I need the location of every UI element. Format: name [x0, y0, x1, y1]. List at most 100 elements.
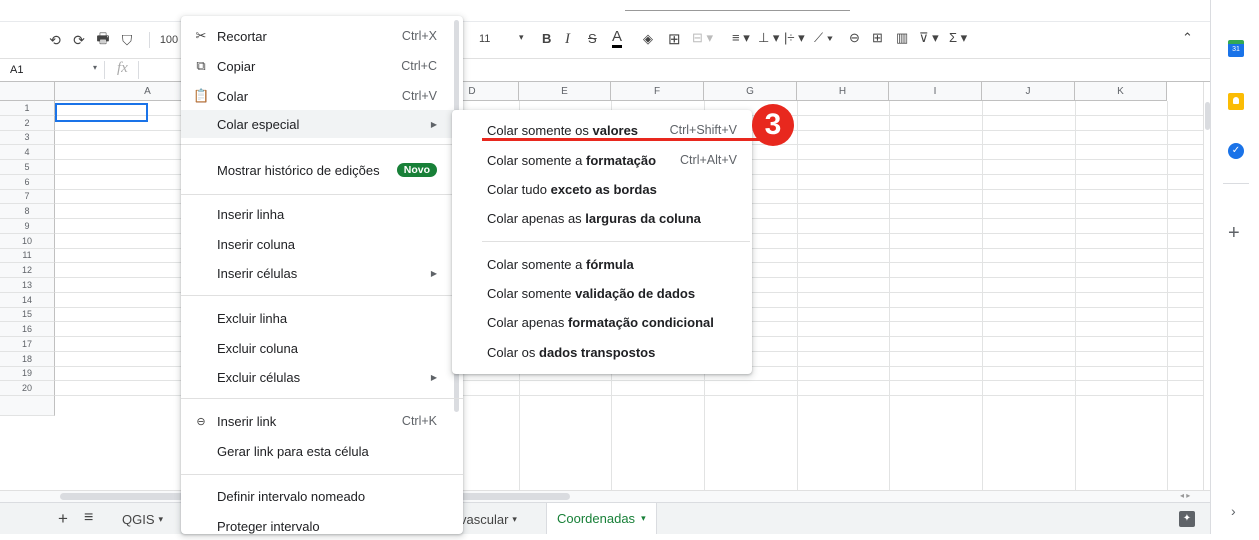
row-header-17[interactable]: 17 — [0, 337, 55, 352]
menu-item-insert-row[interactable]: Inserir linha — [181, 200, 463, 228]
row-header-7[interactable]: 7 — [0, 189, 55, 205]
italic-icon[interactable]: I — [565, 31, 570, 48]
select-all-corner[interactable] — [0, 82, 55, 101]
keep-icon[interactable] — [1228, 93, 1244, 110]
row-header-11[interactable]: 11 — [0, 248, 55, 264]
explore-icon[interactable]: ✦ — [1179, 511, 1195, 527]
row-header-16[interactable]: 16 — [0, 322, 55, 337]
row-header-1[interactable]: 1 — [0, 101, 55, 116]
row-header-5[interactable]: 5 — [0, 160, 55, 175]
row-header-20[interactable]: 20 — [0, 381, 55, 396]
all-sheets-icon[interactable]: ≡ — [84, 509, 93, 527]
menu-item-edit-history[interactable]: Mostrar histórico de edições Novo — [181, 156, 463, 184]
borders-icon[interactable]: ⊞ — [668, 30, 681, 48]
menu-item-insert-column[interactable]: Inserir coluna — [181, 230, 463, 258]
shortcut-label: Ctrl+V — [401, 89, 437, 103]
sheet-tab-coordenadas[interactable]: Coordenadas ▾ — [546, 503, 657, 534]
tasks-icon[interactable]: ✓ — [1228, 143, 1244, 159]
menu-item-label: Inserir linha — [217, 206, 285, 222]
chevron-down-icon[interactable]: ▾ — [519, 32, 524, 43]
fill-color-icon[interactable]: ◈ — [643, 31, 653, 47]
collapse-toolbar-icon[interactable]: ⌃ — [1182, 30, 1193, 46]
paste-all-except-borders[interactable]: Colar tudo exceto as bordas — [452, 175, 752, 203]
menu-item-label: Inserir células — [217, 265, 298, 281]
menu-item-cut[interactable]: ✂ Recortar Ctrl+X — [181, 22, 463, 50]
print-icon[interactable]: 🖶 — [92, 22, 114, 58]
row-header-3[interactable]: 3 — [0, 130, 55, 146]
paste-conditional-formatting[interactable]: Colar apenas formatação condicional — [452, 308, 752, 336]
shortcut-label: Ctrl+K — [401, 414, 437, 428]
font-size-select[interactable]: 11 — [479, 33, 490, 45]
row-header-13[interactable]: 13 — [0, 278, 55, 293]
row-header-8[interactable]: 8 — [0, 204, 55, 219]
menu-item-label: Definir intervalo nomeado — [217, 488, 366, 504]
column-header-k[interactable]: K — [1075, 82, 1167, 101]
filter-icon[interactable]: ⊽ ▾ — [919, 30, 939, 46]
row-header-14[interactable]: 14 — [0, 292, 55, 308]
row-header-19[interactable]: 19 — [0, 366, 55, 382]
column-header-g[interactable]: G — [704, 82, 797, 101]
menu-separator — [181, 474, 463, 475]
rotate-icon[interactable]: ⟋ ▾ — [814, 30, 833, 46]
menu-item-copy[interactable]: ⧉ Copiar Ctrl+C — [181, 52, 463, 80]
menu-item-generate-link[interactable]: Gerar link para esta célula — [181, 437, 463, 465]
name-box[interactable]: A1 — [10, 64, 23, 76]
row-header-4[interactable]: 4 — [0, 145, 55, 160]
row-header-10[interactable]: 10 — [0, 233, 55, 249]
menu-item-delete-row[interactable]: Excluir linha — [181, 304, 463, 332]
chart-icon[interactable]: ▥ — [896, 30, 908, 46]
vertical-scrollbar[interactable] — [1203, 82, 1210, 490]
add-addon-icon[interactable]: + — [1228, 223, 1240, 243]
row-header-6[interactable]: 6 — [0, 174, 55, 190]
wrap-icon[interactable]: |÷ ▾ — [784, 30, 805, 46]
strikethrough-icon[interactable]: S — [588, 31, 597, 46]
menu-item-paste[interactable]: 📋 Colar Ctrl+V — [181, 82, 463, 110]
column-header-j[interactable]: J — [982, 82, 1075, 101]
sheet-tab-label: vascular — [460, 511, 509, 527]
link-icon[interactable]: ⊖ — [849, 30, 860, 46]
column-header-i[interactable]: I — [889, 82, 982, 101]
paste-format-only[interactable]: Colar somente a formatação Ctrl+Alt+V — [452, 146, 752, 174]
paint-format-icon[interactable]: ⛉ — [116, 22, 138, 58]
menu-item-insert-cells[interactable]: Inserir células ▶ — [181, 259, 463, 287]
row-header-2[interactable]: 2 — [0, 115, 55, 131]
calendar-icon[interactable]: 31 — [1228, 40, 1244, 57]
column-header-f[interactable]: F — [611, 82, 704, 101]
paste-column-widths[interactable]: Colar apenas as larguras da coluna — [452, 204, 752, 232]
scroll-arrows-icon[interactable]: ◂ ▸ — [1180, 491, 1190, 500]
paste-formula-only[interactable]: Colar somente a fórmula — [452, 250, 752, 278]
undo-icon[interactable]: ⟲ — [44, 22, 66, 58]
zoom-select[interactable]: 100 — [158, 22, 180, 58]
bold-icon[interactable]: B — [542, 31, 551, 46]
comment-icon[interactable]: ⊞ — [872, 30, 883, 46]
sheet-tab-qgis[interactable]: QGIS ▾ — [112, 503, 173, 535]
menu-item-insert-link[interactable]: ⊖ Inserir link Ctrl+K — [181, 407, 463, 435]
column-header-h[interactable]: H — [797, 82, 889, 101]
menu-item-protect-range[interactable]: Proteger intervalo — [181, 512, 463, 540]
option-label-bold: formatação — [586, 152, 657, 168]
text-color-icon[interactable]: A — [612, 29, 623, 48]
option-label: Colar tudo — [487, 181, 551, 197]
paste-data-validation[interactable]: Colar somente validação de dados — [452, 279, 752, 307]
chevron-down-icon[interactable]: ▾ — [93, 63, 97, 72]
row-header-15[interactable]: 15 — [0, 307, 55, 323]
menu-item-delete-cells[interactable]: Excluir células ▶ — [181, 363, 463, 391]
row-header-9[interactable]: 9 — [0, 219, 55, 234]
chevron-right-icon[interactable]: › — [1231, 503, 1236, 519]
align-icon[interactable]: ≡ ▾ — [732, 30, 750, 46]
menu-item-named-range[interactable]: Definir intervalo nomeado — [181, 482, 463, 510]
option-label-bold: dados transpostos — [539, 344, 656, 360]
menu-item-label: Inserir link — [217, 413, 277, 429]
redo-icon[interactable]: ⟳ — [68, 22, 90, 58]
add-sheet-icon[interactable]: + — [58, 509, 68, 529]
menu-item-delete-column[interactable]: Excluir coluna — [181, 334, 463, 362]
paste-transposed[interactable]: Colar os dados transpostos — [452, 338, 752, 366]
column-header-e[interactable]: E — [519, 82, 611, 101]
row-header-12[interactable]: 12 — [0, 263, 55, 278]
valign-icon[interactable]: ⊥ ▾ — [758, 30, 779, 46]
functions-icon[interactable]: Σ ▾ — [949, 30, 967, 46]
menu-item-paste-special[interactable]: Colar especial ▶ — [181, 110, 463, 138]
merge-cells-icon[interactable]: ⊟ ▾ — [692, 30, 713, 46]
row-header-18[interactable]: 18 — [0, 351, 55, 367]
selected-cell[interactable] — [55, 103, 148, 122]
